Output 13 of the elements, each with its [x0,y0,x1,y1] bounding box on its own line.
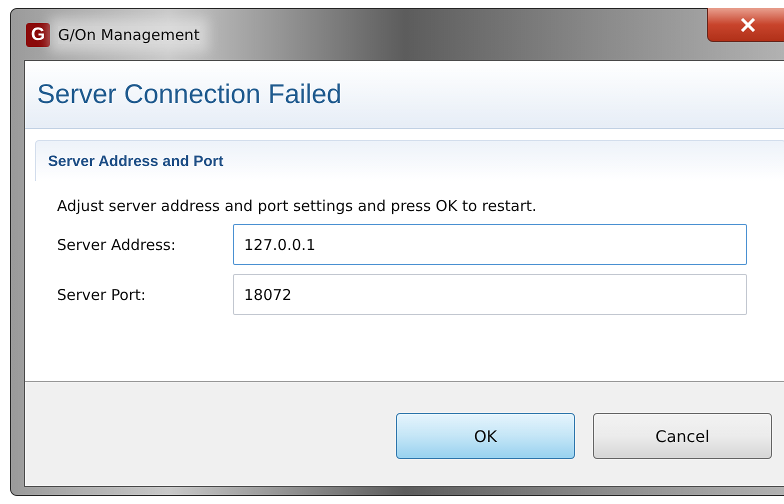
field-label: Server Port: [57,286,147,304]
section-title: Server Address and Port [48,152,224,170]
window-title: G/On Management [58,26,200,44]
default-button[interactable]: OK [396,413,575,459]
input-field[interactable]: 127.0.0.1 [233,224,747,265]
dialog-heading: Server Connection Failed [37,79,342,110]
input-field[interactable]: 18072 [233,274,747,315]
dialog-button[interactable]: Cancel [593,413,772,459]
app-logo: G [26,22,50,46]
close-button[interactable] [707,8,784,42]
instruction-text: Adjust server address and port settings and press OK to restart. [57,197,538,215]
close-icon [740,18,756,32]
field-label: Server Address: [57,236,177,254]
